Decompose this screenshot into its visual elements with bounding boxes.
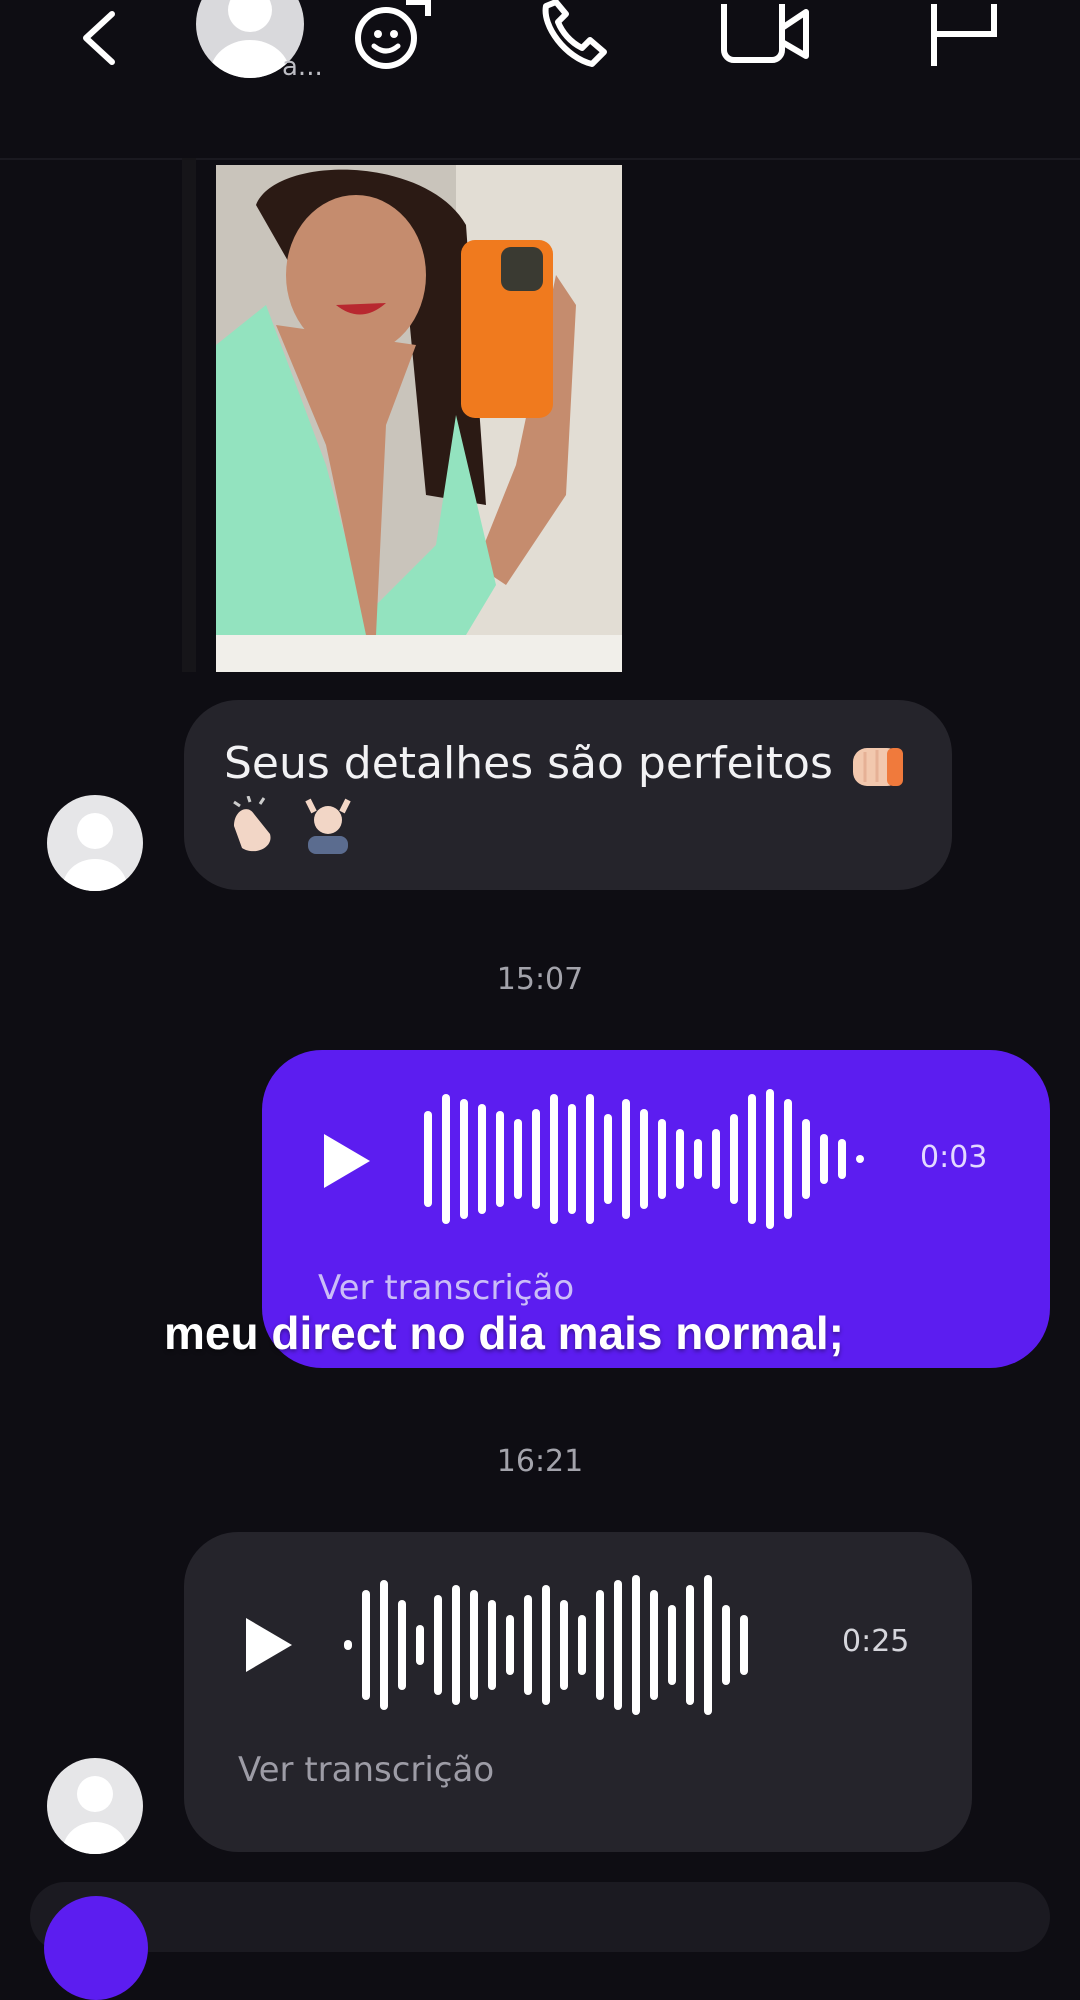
waveform-bar [802,1119,810,1199]
chat-header: a... [0,0,1080,160]
message-text: Seus detalhes são perfeitos [224,738,833,789]
play-icon[interactable] [320,1132,372,1190]
waveform-bar [514,1119,522,1199]
waveform-bar [622,1099,630,1219]
waveform-bar [704,1575,712,1715]
waveform-bar [740,1615,748,1675]
waveform-bar [668,1605,676,1685]
received-voice-message[interactable]: 0:25 Ver transcrição [184,1532,972,1852]
waveform-bar [640,1109,648,1209]
waveform-bar [658,1119,666,1199]
waveform-bar [470,1590,478,1700]
selfie-image [216,165,622,672]
waveform-bar [434,1595,442,1695]
waveform-bar [568,1104,576,1214]
video-icon[interactable] [720,4,812,66]
fist-bump-icon [852,748,903,786]
waveform-bar [416,1625,424,1665]
waveform-bar [560,1600,568,1690]
waveform-bar [362,1590,370,1700]
waveform-bar [694,1139,702,1179]
waveform-bar [532,1109,540,1209]
flag-icon[interactable] [928,4,1000,70]
sender-avatar[interactable] [47,795,143,891]
waveform-bar [398,1600,406,1690]
waveform-bar [712,1129,720,1189]
waveform-bar [424,1111,432,1207]
waveform-bar [460,1099,468,1219]
waveform-bar [586,1094,594,1224]
timestamp: 16:21 [496,1444,584,1479]
view-transcription-link[interactable]: Ver transcrição [238,1750,494,1790]
thread-divider [182,158,196,672]
waveform-bar [524,1595,532,1695]
waveform-bar [766,1089,774,1229]
view-transcription-link[interactable]: Ver transcrição [318,1268,574,1308]
waveform-bar [550,1094,558,1224]
waveform-bar [730,1114,738,1204]
waveform-bar [578,1615,586,1675]
audio-waveform[interactable] [424,1084,864,1234]
video-caption-overlay: meu direct no dia mais normal; [164,1307,844,1359]
waveform-bar [784,1099,792,1219]
sticker-add-icon[interactable] [350,0,436,76]
waveform-bar [496,1111,504,1207]
waveform-bar [380,1580,388,1710]
default-avatar-icon [63,813,127,891]
shared-photo[interactable] [216,165,622,672]
audio-duration: 0:25 [842,1624,910,1659]
waveform-bar [344,1640,352,1650]
play-icon[interactable] [242,1616,294,1674]
waveform-bar [722,1605,730,1685]
timestamp: 15:07 [496,962,584,997]
waveform-bar [686,1585,694,1705]
waveform-bar [614,1580,622,1710]
waveform-bar [748,1094,756,1224]
camera-button[interactable] [44,1896,148,2000]
man-getting-massage-icon [305,798,351,854]
audio-duration: 0:03 [920,1140,988,1175]
audio-waveform[interactable] [344,1570,784,1720]
received-message-bubble[interactable]: Seus detalhes são perfeitos [184,700,952,890]
waveform-bar [488,1600,496,1690]
clapping-icon [233,796,271,852]
waveform-bar [604,1114,612,1204]
waveform-bar [856,1155,864,1163]
sender-avatar[interactable] [47,1758,143,1854]
default-avatar-icon [63,1776,127,1854]
waveform-bar [452,1585,460,1705]
waveform-bar [542,1585,550,1705]
waveform-bar [676,1129,684,1189]
waveform-bar [838,1139,846,1179]
phone-icon[interactable] [536,0,616,72]
waveform-bar [632,1575,640,1715]
waveform-bar [478,1104,486,1214]
waveform-bar [596,1590,604,1700]
message-composer[interactable] [30,1882,1050,1952]
waveform-bar [506,1615,514,1675]
waveform-bar [442,1094,450,1224]
waveform-bar [820,1134,828,1184]
waveform-bar [650,1590,658,1700]
back-icon[interactable] [72,8,132,68]
contact-name[interactable]: a... [282,52,323,82]
